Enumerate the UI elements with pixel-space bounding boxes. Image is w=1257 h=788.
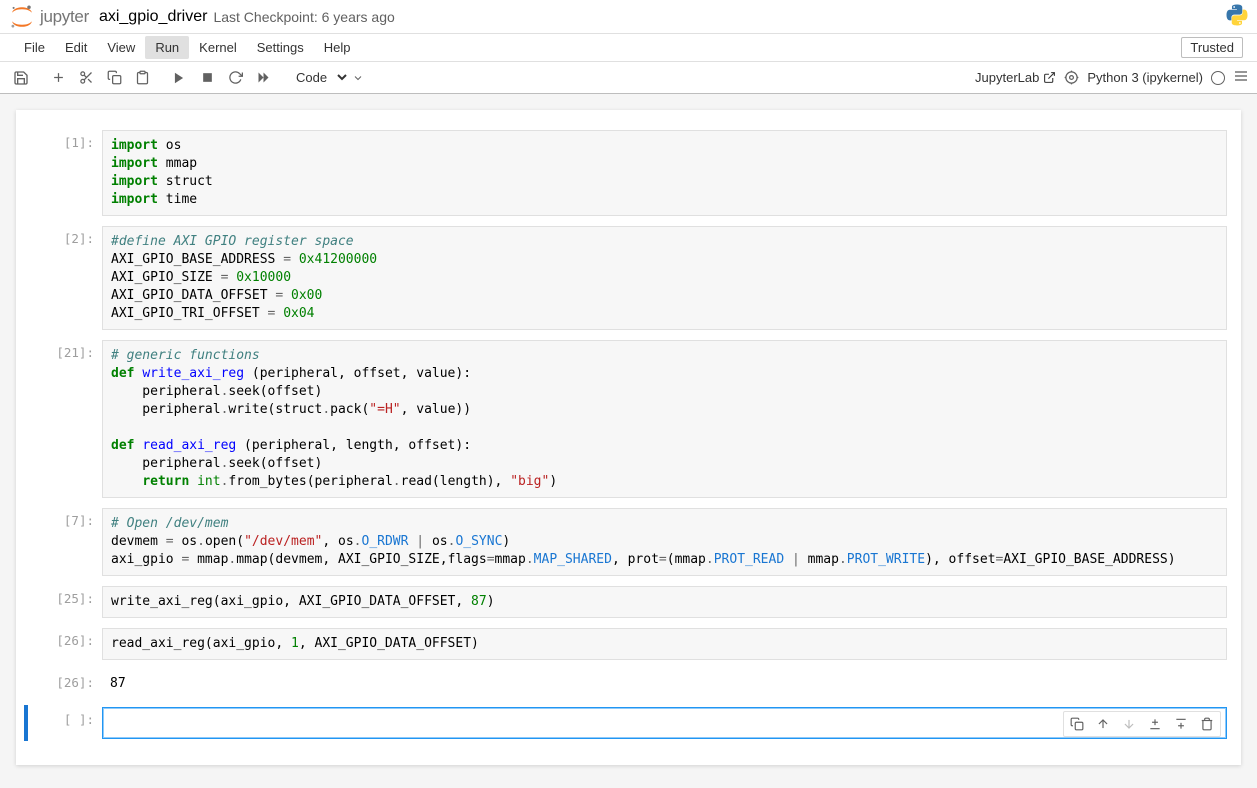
active-cell[interactable]: [ ]: [24,705,1233,741]
cell-prompt: [21]: [30,340,102,498]
cell-prompt: [1]: [30,130,102,216]
menu-run[interactable]: Run [145,36,189,59]
menu-help[interactable]: Help [314,36,361,59]
delete-cell-icon[interactable] [1195,713,1219,735]
copy-icon[interactable] [101,66,127,90]
output-prompt: [26]: [30,670,102,697]
menu-bar: FileEditViewRunKernelSettingsHelp Truste… [0,34,1257,62]
cell-prompt: [7]: [30,508,102,576]
insert-above-icon[interactable] [1143,713,1167,735]
paste-icon[interactable] [129,66,155,90]
menu-edit[interactable]: Edit [55,36,97,59]
code-input[interactable]: read_axi_reg(axi_gpio, 1, AXI_GPIO_DATA_… [102,628,1227,660]
code-cell[interactable]: [21]:# generic functions def write_axi_r… [24,338,1233,500]
chevron-down-icon [352,72,364,84]
code-input[interactable]: #define AXI GPIO register space AXI_GPIO… [102,226,1227,330]
code-cell[interactable]: [7]:# Open /dev/mem devmem = os.open("/d… [24,506,1233,578]
jupyter-logo[interactable]: jupyter [8,3,89,31]
add-cell-icon[interactable] [45,66,71,90]
notebook-container: [1]:import os import mmap import struct … [0,94,1257,781]
cell-type-select[interactable]: Code [286,67,350,88]
code-input[interactable] [102,707,1227,739]
stop-icon[interactable] [194,66,220,90]
cell-prompt: [2]: [30,226,102,330]
menu-kernel[interactable]: Kernel [189,36,247,59]
output-text: 87 [102,670,1227,697]
move-down-icon[interactable] [1117,713,1141,735]
external-link-icon [1043,71,1056,84]
restart-icon[interactable] [222,66,248,90]
notebook-title[interactable]: axi_gpio_driver [99,8,208,26]
cell-prompt: [ ]: [30,707,102,739]
code-cell[interactable]: [26]:read_axi_reg(axi_gpio, 1, AXI_GPIO_… [24,626,1233,662]
cut-icon[interactable] [73,66,99,90]
notebook: [1]:import os import mmap import struct … [16,110,1241,765]
toolbar: Code JupyterLab Python 3 (ipykernel) [0,62,1257,94]
debug-icon[interactable] [1064,70,1079,85]
jupyter-icon [8,3,36,31]
menu-file[interactable]: File [14,36,55,59]
cell-prompt: [25]: [30,586,102,618]
checkpoint-text: Last Checkpoint: 6 years ago [213,9,394,25]
code-cell[interactable]: [25]:write_axi_reg(axi_gpio, AXI_GPIO_DA… [24,584,1233,620]
insert-below-icon[interactable] [1169,713,1193,735]
jupyter-brand-text: jupyter [40,7,89,27]
code-input[interactable]: # Open /dev/mem devmem = os.open("/dev/m… [102,508,1227,576]
cell-toolbar [1063,711,1221,737]
restart-run-all-icon[interactable] [250,66,276,90]
save-icon[interactable] [8,66,34,90]
open-jupyterlab-link[interactable]: JupyterLab [975,70,1056,85]
move-up-icon[interactable] [1091,713,1115,735]
code-cell[interactable]: [2]:#define AXI GPIO register space AXI_… [24,224,1233,332]
code-input[interactable]: write_axi_reg(axi_gpio, AXI_GPIO_DATA_OF… [102,586,1227,618]
cell-prompt: [26]: [30,628,102,660]
menu-settings[interactable]: Settings [247,36,314,59]
python-logo-icon [1225,3,1249,30]
run-icon[interactable] [166,66,192,90]
top-bar: jupyter axi_gpio_driver Last Checkpoint:… [0,0,1257,34]
hamburger-icon[interactable] [1233,68,1249,87]
duplicate-cell-icon[interactable] [1065,713,1089,735]
kernel-name[interactable]: Python 3 (ipykernel) [1087,70,1203,85]
trusted-badge[interactable]: Trusted [1181,37,1243,58]
menu-view[interactable]: View [97,36,145,59]
code-input[interactable]: # generic functions def write_axi_reg (p… [102,340,1227,498]
code-input[interactable]: import os import mmap import struct impo… [102,130,1227,216]
kernel-status-indicator[interactable] [1211,71,1225,85]
output-cell: [26]: 87 [24,668,1233,699]
code-cell[interactable]: [1]:import os import mmap import struct … [24,128,1233,218]
